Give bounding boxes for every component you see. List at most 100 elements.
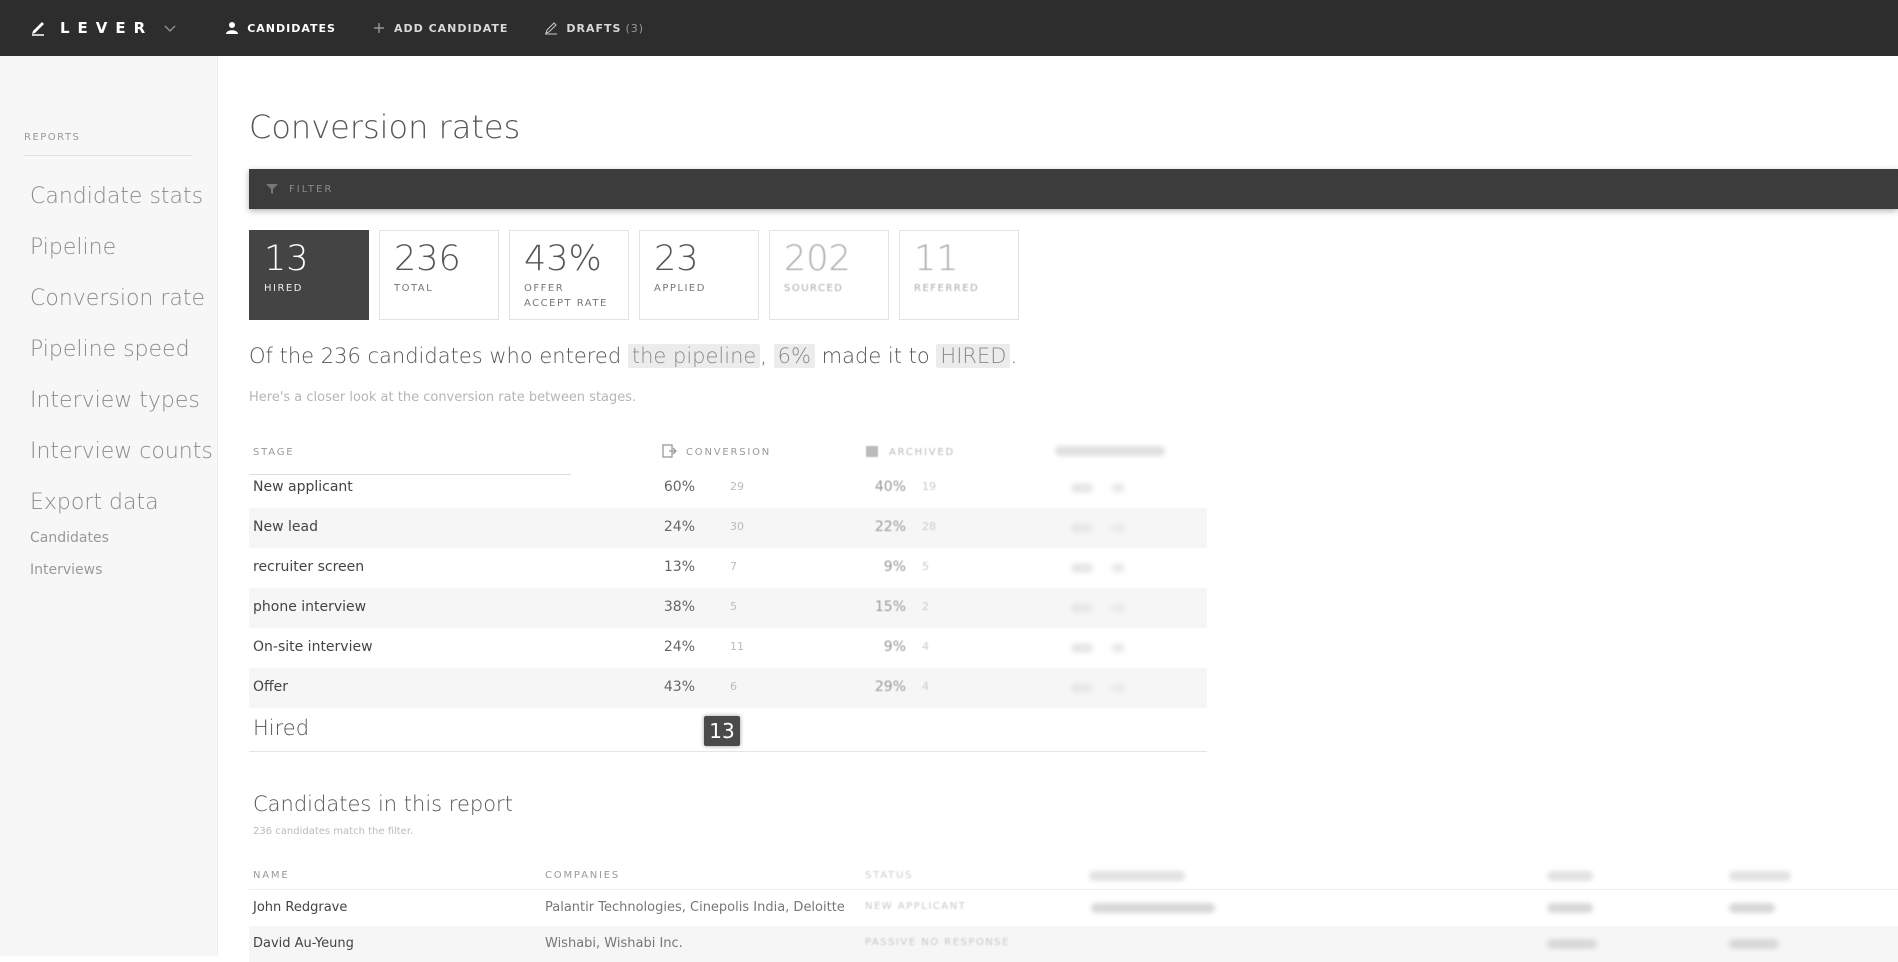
blurred-header [1055,446,1165,456]
conversion-percent: 24% [663,519,695,535]
stage-name: phone interview [253,599,367,615]
blurred-value [1111,683,1125,693]
candidate-name[interactable]: John Redgrave [253,900,347,915]
candidate-status: PASSIVE NO RESPONSE [865,937,1010,948]
stat-number: 23 [654,239,699,279]
sidebar-item-interview-counts[interactable]: Interview counts [30,439,213,490]
conversion-row[interactable]: New applicant 60% 29 40% 19 [249,468,1207,508]
exit-icon [662,444,677,458]
nav-candidates[interactable]: CANDIDATES [225,21,336,35]
stage-name: recruiter screen [253,559,365,575]
stat-number: 236 [394,239,461,279]
sidebar-item-candidate-stats[interactable]: Candidate stats [30,184,213,235]
stat-hired[interactable]: 13 HIRED [249,230,369,320]
archive-icon [866,446,878,457]
blurred-value [1071,523,1093,533]
nav-add-candidate[interactable]: ADD CANDIDATE [372,21,508,35]
candidate-companies: Palantir Technologies, Cinepolis India, … [545,900,845,915]
sidebar-item-export-data[interactable]: Export data [30,490,213,528]
conversion-percent: 13% [663,559,695,575]
sidebar-item-interview-types[interactable]: Interview types [30,388,213,439]
pipeline-selector[interactable]: the pipeline [627,344,761,368]
summary-suffix: . [1010,344,1018,368]
conversion-row[interactable]: phone interview 38% 5 15% 2 [249,588,1207,628]
sidebar-item-pipeline-speed[interactable]: Pipeline speed [30,337,213,388]
stat-label: TOTAL [394,283,434,294]
table-row[interactable]: John Redgrave Palantir Technologies, Cin… [249,890,1898,926]
stat-applied[interactable]: 23 APPLIED [639,230,759,320]
candidate-name[interactable]: David Au-Yeung [253,936,354,951]
stage-selector[interactable]: HIRED [936,344,1011,368]
candidates-section-title: Candidates in this report [253,792,513,816]
blurred-header [1729,871,1791,881]
conversion-percent: 60% [663,479,695,495]
conversion-row[interactable]: New lead 24% 30 22% 28 [249,508,1207,548]
brand-name: LEVER [60,19,154,37]
stat-number: 13 [264,239,309,279]
stat-label: OFFER ACCEPT RATE [524,283,608,309]
blurred-value [1729,939,1779,949]
filter-bar[interactable]: FILTER [249,169,1898,209]
header-name: NAME [253,870,290,881]
lever-logo-icon [32,22,44,36]
archived-count: 5 [922,560,929,573]
archived-count: 28 [922,520,936,533]
header-stage: STAGE [253,447,295,458]
blurred-value [1071,683,1093,693]
stage-name: Offer [253,679,289,695]
sidebar-subitem-interviews[interactable]: Interviews [30,560,213,592]
stat-label: APPLIED [654,283,706,294]
summary-prefix: Of the 236 candidates who entered [249,344,628,368]
person-icon [226,22,239,34]
conversion-row[interactable]: On-site interview 24% 11 9% 4 [249,628,1207,668]
conversion-row-hired[interactable]: Hired 13 [249,708,1207,752]
stat-total[interactable]: 236 TOTAL [379,230,499,320]
archived-count: 4 [922,680,929,693]
blurred-value [1111,603,1125,613]
archived-percent: 22% [874,519,906,535]
summary-subtext: Here's a closer look at the conversion r… [249,390,637,405]
hired-count-badge: 13 [704,716,740,746]
blurred-value [1729,903,1775,913]
archived-percent: 9% [883,639,906,655]
archived-percent: 15% [874,599,906,615]
brand-menu[interactable]: LEVER [30,19,177,37]
filter-label: FILTER [289,183,334,195]
blurred-header [1547,871,1593,881]
candidate-companies: Wishabi, Wishabi Inc. [545,936,683,951]
plus-icon [373,23,384,33]
sidebar-subitem-candidates[interactable]: Candidates [30,528,213,560]
conversion-count: 29 [730,480,744,493]
candidates-section-subtitle: 236 candidates match the filter. [253,826,414,837]
table-row[interactable]: David Au-Yeung Wishabi, Wishabi Inc. PAS… [249,926,1898,962]
conversion-summary: Of the 236 candidates who entered the pi… [249,344,1017,368]
stage-name: Hired [253,716,310,740]
stat-referred[interactable]: 11 REFERRED [899,230,1019,320]
stats-row: 13 HIRED 236 TOTAL 43% OFFER ACCEPT RATE… [249,230,1029,320]
stat-sourced[interactable]: 202 SOURCED [769,230,889,320]
blurred-header [1089,871,1185,881]
page-title: Conversion rates [249,108,521,146]
nav-drafts[interactable]: DRAFTS (3) [544,21,644,35]
drafts-count: (3) [625,21,645,35]
conversion-row[interactable]: Offer 43% 6 29% 4 [249,668,1207,708]
stat-label: HIRED [264,283,303,294]
conversion-row[interactable]: recruiter screen 13% 7 9% 5 [249,548,1207,588]
top-navbar: LEVER CANDIDATES ADD CANDIDATE DRAFTS (3… [0,0,1898,56]
pencil-icon [545,22,558,35]
blurred-value [1071,563,1093,573]
header-conversion: CONVERSION [686,447,772,458]
archived-count: 19 [922,480,936,493]
candidates-table-header: NAME COMPANIES STATUS [249,862,1898,890]
blurred-value [1111,563,1125,573]
conversion-count: 7 [730,560,737,573]
stage-name: New applicant [253,479,353,495]
conversion-table: STAGE CONVERSION ARCHIVED New applicant … [249,432,1207,752]
conversion-percent: 43% [663,679,695,695]
archived-count: 4 [922,640,929,653]
sidebar-item-conversion-rate[interactable]: Conversion rate [30,286,213,337]
stat-offer-accept-rate[interactable]: 43% OFFER ACCEPT RATE [509,230,629,320]
sidebar-item-pipeline[interactable]: Pipeline [30,235,213,286]
blurred-value [1071,603,1093,613]
stat-label: REFERRED [914,283,980,294]
